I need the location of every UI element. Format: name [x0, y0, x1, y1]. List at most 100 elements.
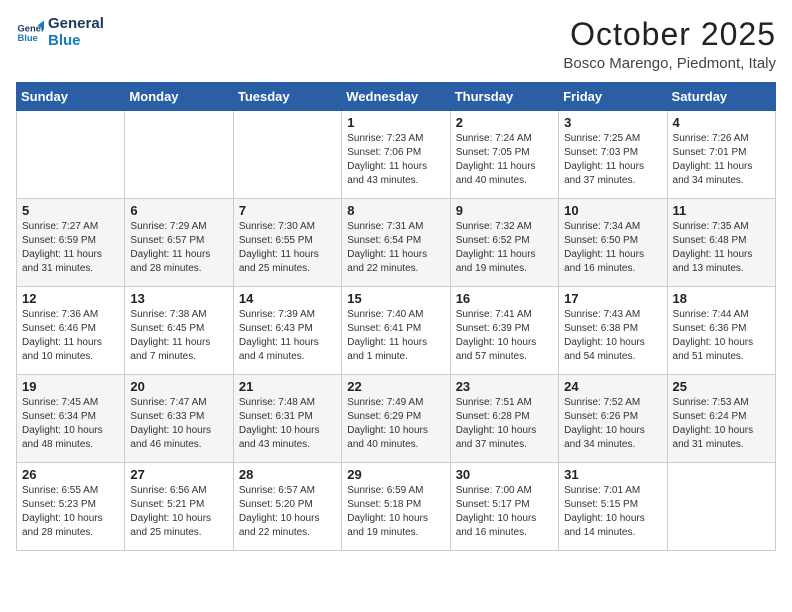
- logo-line2: Blue: [48, 33, 104, 50]
- day-info: Sunrise: 7:34 AM Sunset: 6:50 PM Dayligh…: [564, 220, 661, 276]
- day-number: 18: [673, 291, 770, 306]
- calendar-cell: 21Sunrise: 7:48 AM Sunset: 6:31 PM Dayli…: [233, 375, 341, 463]
- day-number: 11: [673, 203, 770, 218]
- day-info: Sunrise: 7:29 AM Sunset: 6:57 PM Dayligh…: [130, 220, 227, 276]
- calendar-cell: [17, 111, 125, 199]
- calendar-cell: 15Sunrise: 7:40 AM Sunset: 6:41 PM Dayli…: [342, 287, 450, 375]
- day-number: 16: [456, 291, 553, 306]
- calendar-week-row: 12Sunrise: 7:36 AM Sunset: 6:46 PM Dayli…: [17, 287, 776, 375]
- calendar-cell: 22Sunrise: 7:49 AM Sunset: 6:29 PM Dayli…: [342, 375, 450, 463]
- weekday-header-wednesday: Wednesday: [342, 83, 450, 111]
- day-info: Sunrise: 7:31 AM Sunset: 6:54 PM Dayligh…: [347, 220, 444, 276]
- day-number: 19: [22, 379, 119, 394]
- day-number: 2: [456, 115, 553, 130]
- day-number: 29: [347, 467, 444, 482]
- weekday-header-thursday: Thursday: [450, 83, 558, 111]
- calendar-cell: 12Sunrise: 7:36 AM Sunset: 6:46 PM Dayli…: [17, 287, 125, 375]
- day-number: 9: [456, 203, 553, 218]
- calendar-cell: 20 Sunrise: 7:47 AM Sunset: 6:33 PM Dayli…: [125, 375, 233, 463]
- day-info: Sunrise: 7:23 AM Sunset: 7:06 PM Dayligh…: [347, 132, 444, 188]
- day-number: 28: [239, 467, 336, 482]
- day-info: Sunrise: 6:55 AM Sunset: 5:23 PM Dayligh…: [22, 484, 119, 540]
- day-info: Sunrise: 7:30 AM Sunset: 6:55 PM Dayligh…: [239, 220, 336, 276]
- calendar-cell: 26 Sunrise: 6:55 AM Sunset: 5:23 PM Dayli…: [17, 463, 125, 551]
- day-info: Sunrise: 7:49 AM Sunset: 6:29 PM Dayligh…: [347, 396, 444, 452]
- day-info: Sunrise: 7:01 AM Sunset: 5:15 PM Dayligh…: [564, 484, 661, 540]
- day-info: Sunrise: 7:32 AM Sunset: 6:52 PM Dayligh…: [456, 220, 553, 276]
- svg-text:Blue: Blue: [18, 32, 38, 42]
- calendar-cell: 19Sunrise: 7:45 AM Sunset: 6:34 PM Dayli…: [17, 375, 125, 463]
- calendar-cell: 31Sunrise: 7:01 AM Sunset: 5:15 PM Dayli…: [559, 463, 667, 551]
- calendar-cell: 16 Sunrise: 7:41 AM Sunset: 6:39 PM Dayli…: [450, 287, 558, 375]
- day-number: 6: [130, 203, 227, 218]
- weekday-header-friday: Friday: [559, 83, 667, 111]
- calendar-cell: 29 Sunrise: 6:59 AM Sunset: 5:18 PM Dayli…: [342, 463, 450, 551]
- title-section: October 2025 Bosco Marengo, Piedmont, It…: [563, 16, 776, 72]
- day-info: Sunrise: 7:39 AM Sunset: 6:43 PM Dayligh…: [239, 308, 336, 364]
- day-number: 27: [130, 467, 227, 482]
- logo-line1: General: [48, 16, 104, 33]
- day-info: Sunrise: 6:56 AM Sunset: 5:21 PM Dayligh…: [130, 484, 227, 540]
- day-number: 13: [130, 291, 227, 306]
- day-number: 20: [130, 379, 227, 394]
- day-info: Sunrise: 7:25 AM Sunset: 7:03 PM Dayligh…: [564, 132, 661, 188]
- calendar-week-row: 1Sunrise: 7:23 AM Sunset: 7:06 PM Daylig…: [17, 111, 776, 199]
- day-info: Sunrise: 7:53 AM Sunset: 6:24 PM Dayligh…: [673, 396, 770, 452]
- day-info: Sunrise: 7:41 AM Sunset: 6:39 PM Dayligh…: [456, 308, 553, 364]
- calendar-cell: 27 Sunrise: 6:56 AM Sunset: 5:21 PM Dayli…: [125, 463, 233, 551]
- calendar-cell: 10Sunrise: 7:34 AM Sunset: 6:50 PM Dayli…: [559, 199, 667, 287]
- day-info: Sunrise: 7:47 AM Sunset: 6:33 PM Dayligh…: [130, 396, 227, 452]
- weekday-header-monday: Monday: [125, 83, 233, 111]
- day-info: Sunrise: 7:52 AM Sunset: 6:26 PM Dayligh…: [564, 396, 661, 452]
- weekday-header-sunday: Sunday: [17, 83, 125, 111]
- weekday-header-row: SundayMondayTuesdayWednesdayThursdayFrid…: [17, 83, 776, 111]
- calendar-cell: 8Sunrise: 7:31 AM Sunset: 6:54 PM Daylig…: [342, 199, 450, 287]
- calendar-cell: [233, 111, 341, 199]
- day-number: 3: [564, 115, 661, 130]
- calendar-cell: 3 Sunrise: 7:25 AM Sunset: 7:03 PM Daylig…: [559, 111, 667, 199]
- calendar-cell: 9 Sunrise: 7:32 AM Sunset: 6:52 PM Daylig…: [450, 199, 558, 287]
- day-number: 24: [564, 379, 661, 394]
- day-number: 21: [239, 379, 336, 394]
- day-info: Sunrise: 7:51 AM Sunset: 6:28 PM Dayligh…: [456, 396, 553, 452]
- calendar-cell: 28 Sunrise: 6:57 AM Sunset: 5:20 PM Dayli…: [233, 463, 341, 551]
- calendar-cell: [667, 463, 775, 551]
- calendar-week-row: 26 Sunrise: 6:55 AM Sunset: 5:23 PM Dayli…: [17, 463, 776, 551]
- calendar-cell: 4 Sunrise: 7:26 AM Sunset: 7:01 PM Daylig…: [667, 111, 775, 199]
- calendar-table: SundayMondayTuesdayWednesdayThursdayFrid…: [16, 82, 776, 551]
- day-info: Sunrise: 7:43 AM Sunset: 6:38 PM Dayligh…: [564, 308, 661, 364]
- page-header: General Blue General Blue October 2025 B…: [16, 16, 776, 72]
- calendar-cell: 18Sunrise: 7:44 AM Sunset: 6:36 PM Dayli…: [667, 287, 775, 375]
- calendar-week-row: 5Sunrise: 7:27 AM Sunset: 6:59 PM Daylig…: [17, 199, 776, 287]
- day-number: 5: [22, 203, 119, 218]
- day-number: 4: [673, 115, 770, 130]
- calendar-cell: 17 Sunrise: 7:43 AM Sunset: 6:38 PM Dayli…: [559, 287, 667, 375]
- day-number: 12: [22, 291, 119, 306]
- calendar-cell: 2Sunrise: 7:24 AM Sunset: 7:05 PM Daylig…: [450, 111, 558, 199]
- day-number: 26: [22, 467, 119, 482]
- day-info: Sunrise: 7:00 AM Sunset: 5:17 PM Dayligh…: [456, 484, 553, 540]
- day-info: Sunrise: 6:57 AM Sunset: 5:20 PM Dayligh…: [239, 484, 336, 540]
- weekday-header-saturday: Saturday: [667, 83, 775, 111]
- day-number: 15: [347, 291, 444, 306]
- calendar-cell: [125, 111, 233, 199]
- calendar-subtitle: Bosco Marengo, Piedmont, Italy: [563, 55, 776, 72]
- calendar-week-row: 19Sunrise: 7:45 AM Sunset: 6:34 PM Dayli…: [17, 375, 776, 463]
- logo: General Blue General Blue: [16, 16, 104, 49]
- calendar-cell: 23Sunrise: 7:51 AM Sunset: 6:28 PM Dayli…: [450, 375, 558, 463]
- calendar-cell: 5Sunrise: 7:27 AM Sunset: 6:59 PM Daylig…: [17, 199, 125, 287]
- calendar-title: October 2025: [563, 16, 776, 53]
- day-info: Sunrise: 7:26 AM Sunset: 7:01 PM Dayligh…: [673, 132, 770, 188]
- calendar-cell: 7 Sunrise: 7:30 AM Sunset: 6:55 PM Daylig…: [233, 199, 341, 287]
- day-info: Sunrise: 7:35 AM Sunset: 6:48 PM Dayligh…: [673, 220, 770, 276]
- day-number: 7: [239, 203, 336, 218]
- weekday-header-tuesday: Tuesday: [233, 83, 341, 111]
- calendar-cell: 13 Sunrise: 7:38 AM Sunset: 6:45 PM Dayli…: [125, 287, 233, 375]
- logo-icon: General Blue: [16, 19, 44, 47]
- day-info: Sunrise: 6:59 AM Sunset: 5:18 PM Dayligh…: [347, 484, 444, 540]
- day-number: 30: [456, 467, 553, 482]
- day-info: Sunrise: 7:38 AM Sunset: 6:45 PM Dayligh…: [130, 308, 227, 364]
- calendar-cell: 6 Sunrise: 7:29 AM Sunset: 6:57 PM Daylig…: [125, 199, 233, 287]
- calendar-cell: 11 Sunrise: 7:35 AM Sunset: 6:48 PM Dayli…: [667, 199, 775, 287]
- day-number: 17: [564, 291, 661, 306]
